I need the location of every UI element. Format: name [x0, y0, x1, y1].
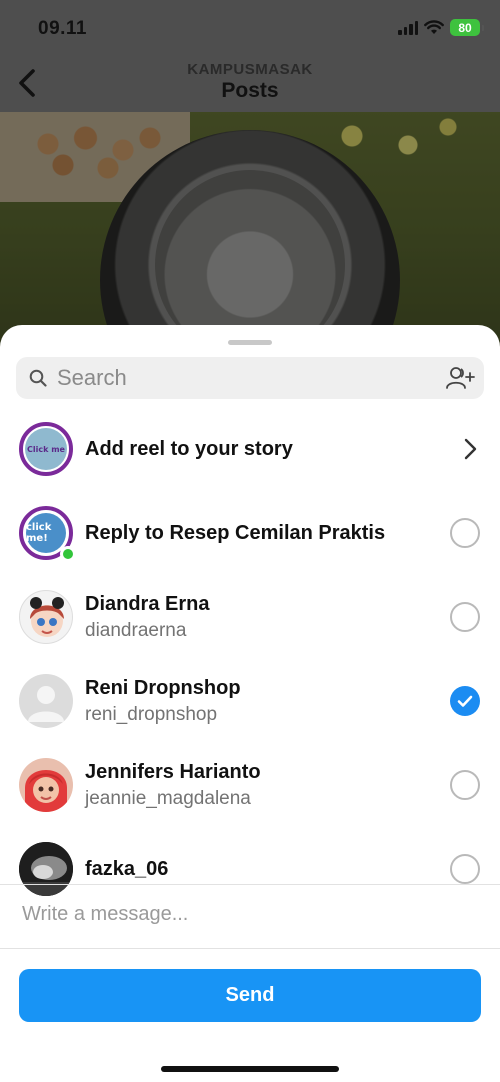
status-icons: 80 [398, 19, 484, 36]
avatar: Click me [19, 422, 73, 476]
avatar: click me! [19, 506, 76, 562]
list-item-contact[interactable]: Diandra Erna diandraerna [0, 575, 500, 659]
avatar-logo: Click me [25, 428, 67, 470]
search-icon [29, 369, 47, 387]
select-radio[interactable] [450, 770, 480, 800]
home-indicator [161, 1066, 339, 1072]
status-bar: 09.11 80 [0, 0, 500, 56]
select-radio[interactable] [450, 518, 480, 548]
select-radio-checked[interactable] [450, 686, 480, 716]
wifi-icon [424, 20, 444, 34]
recipient-list: Click me Add reel to your story click me… [0, 407, 500, 911]
signal-icon [398, 20, 418, 35]
status-time: 09.11 [38, 18, 87, 39]
chevron-right-icon [464, 438, 477, 460]
row-username: diandraerna [85, 619, 187, 641]
search-bar[interactable]: Search [16, 357, 484, 399]
divider [0, 884, 500, 885]
share-sheet: Search Click me Add reel to your story c… [0, 325, 500, 1082]
list-item-add-to-story[interactable]: Click me Add reel to your story [0, 407, 500, 491]
avatar [19, 842, 73, 896]
checkmark-icon [457, 695, 473, 707]
row-title: Diandra Erna [85, 592, 210, 615]
page-title: Posts [221, 79, 279, 102]
list-item-contact[interactable]: Reni Dropnshop reni_dropnshop [0, 659, 500, 743]
list-item-contact[interactable]: fazka_06 [0, 827, 500, 911]
sheet-grabber[interactable] [228, 340, 272, 345]
row-title: Add reel to your story [85, 437, 293, 460]
list-item-reply[interactable]: click me! Reply to Resep Cemilan Praktis [0, 491, 500, 575]
row-title: Jennifers Harianto [85, 760, 261, 783]
avatar [19, 590, 73, 644]
select-radio[interactable] [450, 854, 480, 884]
list-item-contact[interactable]: Jennifers Harianto jeannie_magdalena [0, 743, 500, 827]
divider [0, 948, 500, 949]
row-title: Reni Dropnshop [85, 676, 241, 699]
row-username: jeannie_magdalena [85, 787, 251, 809]
avatar [19, 758, 73, 812]
select-radio[interactable] [450, 602, 480, 632]
post-image [0, 112, 500, 352]
send-button[interactable]: Send [19, 969, 481, 1022]
battery-icon: 80 [450, 19, 484, 36]
account-name: KAMPUSMASAK [187, 61, 313, 78]
row-title: fazka_06 [85, 857, 169, 880]
search-input[interactable]: Search [57, 365, 445, 391]
add-people-icon[interactable] [445, 365, 475, 391]
online-indicator [60, 546, 76, 562]
avatar-logo: click me! [26, 513, 66, 553]
nav-titles: KAMPUSMASAK Posts [0, 61, 500, 103]
row-username: reni_dropnshop [85, 703, 218, 725]
avatar [19, 674, 73, 728]
message-input[interactable]: Write a message... [22, 903, 188, 926]
nav-bar: KAMPUSMASAK Posts [0, 56, 500, 112]
row-title: Reply to Resep Cemilan Praktis [85, 521, 386, 544]
